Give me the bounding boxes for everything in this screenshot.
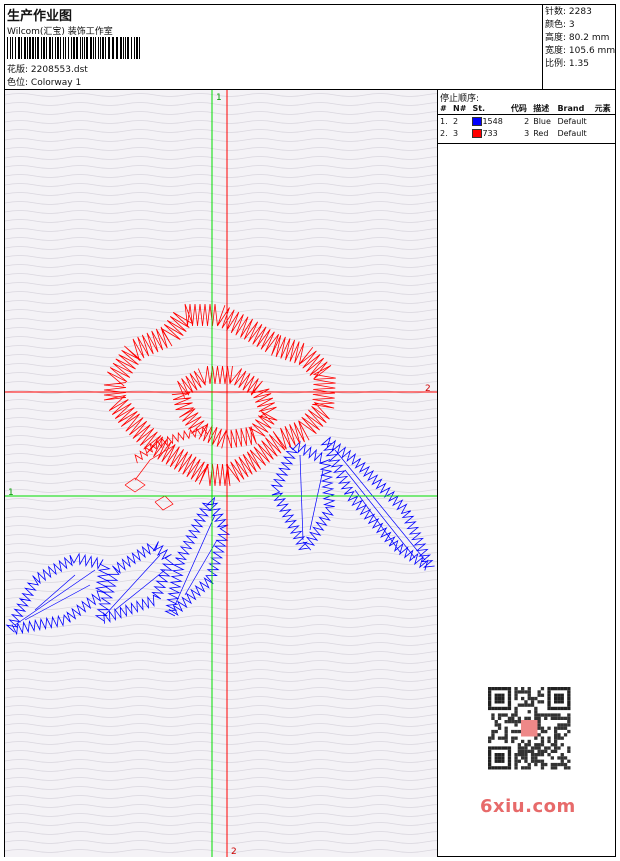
col-element: 元素 — [592, 102, 615, 115]
color-swatch-red — [472, 128, 483, 138]
qr-code — [476, 683, 584, 775]
stat-colors: 颜色: 3 — [545, 20, 575, 30]
red-horizontal-axis-label: 2 — [425, 384, 431, 394]
company-name: Wilcom(汇宝) 装饰工作室 — [7, 27, 113, 37]
stop-sequence-table: # N# St. 代码 描述 Brand 元素 1. 2 1548 2 Blue… — [438, 102, 615, 139]
watermark-logo: 6xiu.com — [480, 796, 576, 817]
design-value: 2208553.dst — [30, 65, 88, 75]
header: 生产作业图 Wilcom(汇宝) 装饰工作室 花版: 2208553.dst 色… — [5, 5, 615, 90]
qr-logo — [521, 720, 538, 737]
colorway-value: Colorway 1 — [30, 78, 82, 88]
barcode — [7, 37, 140, 59]
col-needle: N# — [451, 102, 471, 115]
design-stats: 针数: 2283 颜色: 3 高度: 80.2 mm 宽度: 105.6 mm … — [542, 5, 615, 89]
stat-stitches: 针数: 2283 — [545, 7, 592, 17]
page-title: 生产作业图 — [7, 9, 73, 24]
design-line: 花版: 2208553.dst — [7, 62, 88, 75]
col-description: 描述 — [531, 102, 556, 115]
stat-height: 高度: 80.2 mm — [545, 33, 610, 43]
table-row: 2. 3 733 3 Red Default — [440, 128, 587, 138]
colorway-label: 色位: — [7, 78, 29, 88]
table-header-row: # N# St. 代码 描述 Brand 元素 — [438, 102, 615, 115]
col-stitches: St. — [470, 102, 509, 115]
colorway-line: 色位: Colorway 1 — [7, 75, 81, 88]
design-label: 花版: — [7, 65, 29, 75]
stat-width: 宽度: 105.6 mm — [545, 46, 616, 56]
stat-scale: 比例: 1.35 — [545, 59, 589, 69]
design-canvas: 1 1 2 2 — [5, 90, 438, 857]
red-vertical-axis-label: 2 — [231, 847, 237, 857]
color-swatch-blue — [472, 116, 483, 126]
table-divider — [438, 143, 615, 144]
green-horizontal-axis-label: 1 — [8, 488, 14, 498]
col-brand: Brand — [555, 102, 593, 115]
embroidery-preview: 1 1 2 2 — [5, 90, 437, 857]
production-worksheet: 生产作业图 Wilcom(汇宝) 装饰工作室 花版: 2208553.dst 色… — [4, 4, 616, 857]
table-row: 1. 2 1548 2 Blue Default — [440, 116, 587, 126]
header-info: 生产作业图 Wilcom(汇宝) 装饰工作室 花版: 2208553.dst 色… — [5, 5, 542, 89]
green-vertical-axis-label: 1 — [216, 93, 222, 103]
fabric-texture — [5, 90, 437, 857]
stop-sequence-panel: 停止顺序: # N# St. 代码 描述 Brand 元素 1. 2 1548 — [438, 90, 615, 857]
col-index: # — [438, 102, 451, 115]
col-code: 代码 — [508, 102, 532, 115]
